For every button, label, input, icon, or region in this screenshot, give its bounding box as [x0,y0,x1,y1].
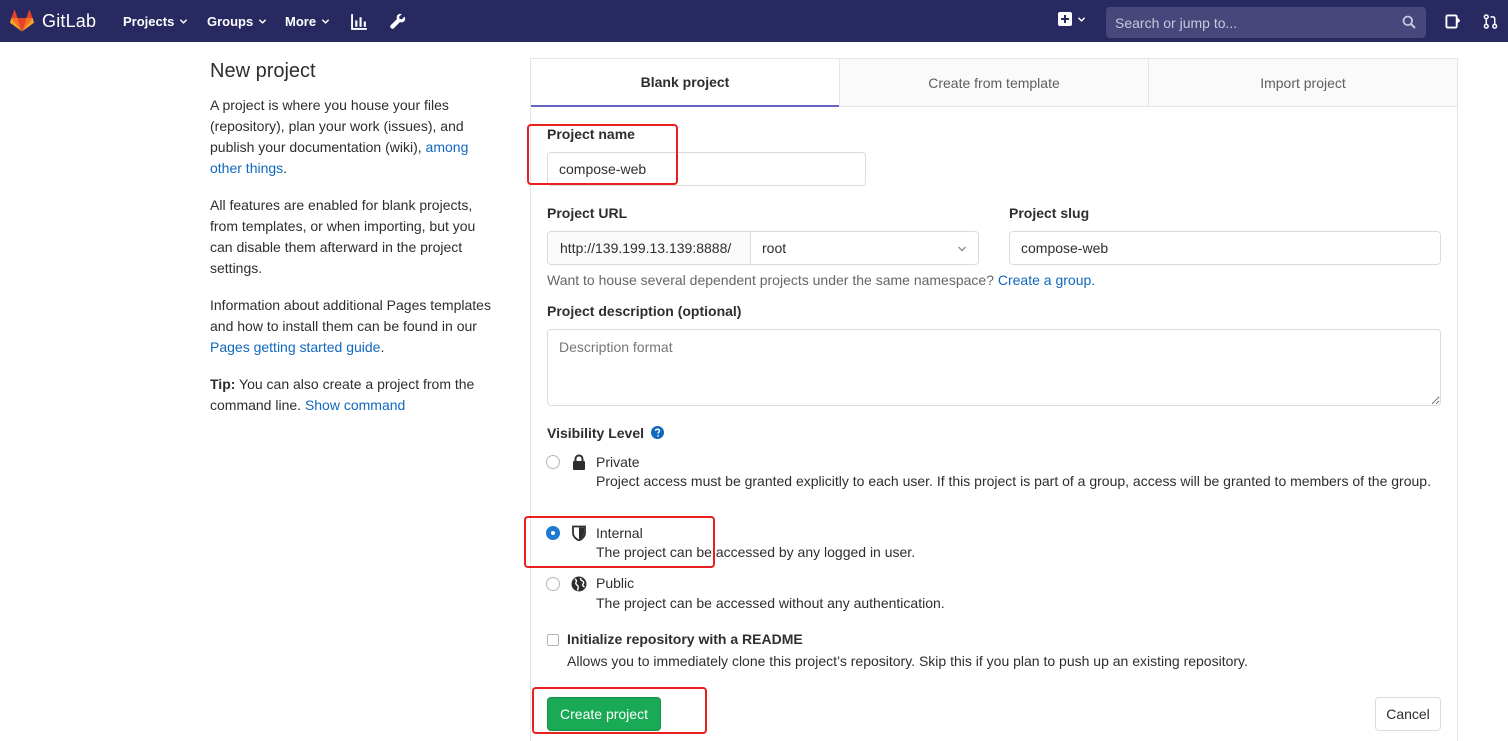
brand-name: GitLab [42,10,97,31]
description-label: Project description (optional) [547,303,742,319]
tab-import-project[interactable]: Import project [1148,59,1457,107]
init-readme-checkbox[interactable] [547,634,559,646]
init-readme-desc: Allows you to immediately clone this pro… [567,653,1248,669]
show-command-link[interactable]: Show command [305,397,405,413]
plus-square-icon [1058,12,1072,26]
chevron-down-icon [180,18,188,24]
annotation-box-create [532,687,707,734]
tab-create-from-template[interactable]: Create from template [839,59,1148,107]
new-project-info: New project A project is where you house… [210,58,500,432]
pages-paragraph: Information about additional Pages templ… [210,295,500,358]
nav-groups-label: Groups [207,13,254,29]
search-box [1106,7,1426,38]
visibility-internal-desc: The project can be accessed by any logge… [596,544,916,560]
annotation-box-project-name [527,124,678,185]
gitlab-home-link[interactable]: GitLab [10,0,96,42]
visibility-level-label: Visibility Level [547,425,664,441]
wrench-icon [389,13,405,29]
namespace-help-text: Want to house several dependent projects… [547,272,1095,288]
issues-link[interactable] [1443,0,1461,42]
merge-request-icon [1483,13,1497,29]
visibility-public-desc: The project can be accessed without any … [596,595,945,611]
question-circle-icon[interactable] [650,426,664,439]
bar-chart-icon [350,13,367,30]
project-slug-input[interactable]: compose-web [1009,231,1441,265]
nav-projects-dropdown[interactable]: Projects [123,0,188,42]
visibility-public-radio[interactable] [546,577,560,591]
visibility-public-title: Public [596,575,635,591]
issues-icon [1444,13,1460,29]
tab-blank-project[interactable]: Blank project [531,59,839,107]
pages-text: Information about additional Pages templ… [210,297,491,334]
globe-icon [571,576,587,592]
intro-paragraph: A project is where you house your files … [210,95,500,179]
admin-area-link[interactable] [387,0,407,42]
nav-more-dropdown[interactable]: More [285,0,330,42]
gitlab-logo-icon [10,10,34,32]
nav-projects-label: Projects [123,13,175,29]
project-slug-label: Project slug [1009,205,1090,221]
search-input[interactable] [1115,14,1395,31]
chevron-down-icon [1077,16,1086,22]
pages-end: . [380,339,385,355]
features-paragraph: All features are enabled for blank proje… [210,197,476,276]
cancel-button[interactable]: Cancel [1375,697,1441,731]
merge-requests-link[interactable] [1481,0,1499,42]
top-navbar: GitLab Projects Groups More [0,0,1508,42]
namespace-select[interactable]: root [750,231,979,265]
namespace-value: root [762,240,787,256]
page-title: New project [210,60,316,82]
init-readme-label: Initialize repository with a README [567,631,803,647]
chevron-down-icon [259,18,267,24]
project-url-prefix: http://139.199.13.139:8888/ [547,231,751,265]
visibility-private-radio[interactable] [546,455,560,469]
lock-icon [573,454,585,470]
visibility-private-title: Private [596,454,640,470]
new-item-dropdown[interactable] [1058,12,1086,26]
project-url-label: Project URL [547,205,628,221]
tip-label: Tip: [210,376,236,392]
activity-chart-link[interactable] [349,0,369,42]
visibility-label-text: Visibility Level [547,425,645,441]
pages-guide-link[interactable]: Pages getting started guide [210,339,380,355]
nav-more-label: More [285,13,317,29]
chevron-down-icon [958,246,966,252]
visibility-private-desc: Project access must be granted explicitl… [596,473,1431,489]
create-group-link[interactable]: Create a group. [998,272,1095,288]
intro-end: . [283,160,288,176]
nav-groups-dropdown[interactable]: Groups [207,0,267,42]
namespace-help: Want to house several dependent projects… [547,272,998,288]
description-textarea[interactable] [547,329,1441,406]
annotation-box-internal [524,516,715,568]
tip-paragraph: Tip: You can also create a project from … [210,374,500,416]
chevron-down-icon [321,18,330,24]
project-type-tabs: Blank project Create from template Impor… [530,58,1458,107]
search-icon [1402,15,1416,29]
